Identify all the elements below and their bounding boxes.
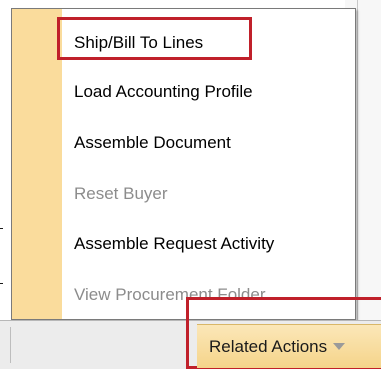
chevron-down-icon	[333, 343, 346, 350]
screen: Ship/Bill To Lines Load Accounting Profi…	[0, 0, 381, 369]
related-actions-button[interactable]: Related Actions	[197, 324, 381, 368]
menu-item-assemble-document[interactable]: Assemble Document	[74, 133, 231, 153]
related-actions-label: Related Actions	[209, 336, 328, 356]
menu-item-reset-buyer: Reset Buyer	[74, 184, 168, 203]
background-tick	[0, 228, 3, 229]
related-actions-menu: Ship/Bill To Lines Load Accounting Profi…	[11, 8, 356, 320]
menu-icon-gutter	[12, 9, 62, 319]
background-tick	[0, 283, 3, 284]
menu-item-load-accounting-profile[interactable]: Load Accounting Profile	[74, 82, 253, 102]
action-bar-divider	[10, 327, 11, 363]
background-divider	[357, 0, 358, 320]
menu-item-ship-bill-to-lines[interactable]: Ship/Bill To Lines	[74, 33, 203, 53]
related-actions-highlight: Related Actions	[186, 297, 381, 369]
menu-item-assemble-request-activity[interactable]: Assemble Request Activity	[74, 234, 274, 254]
